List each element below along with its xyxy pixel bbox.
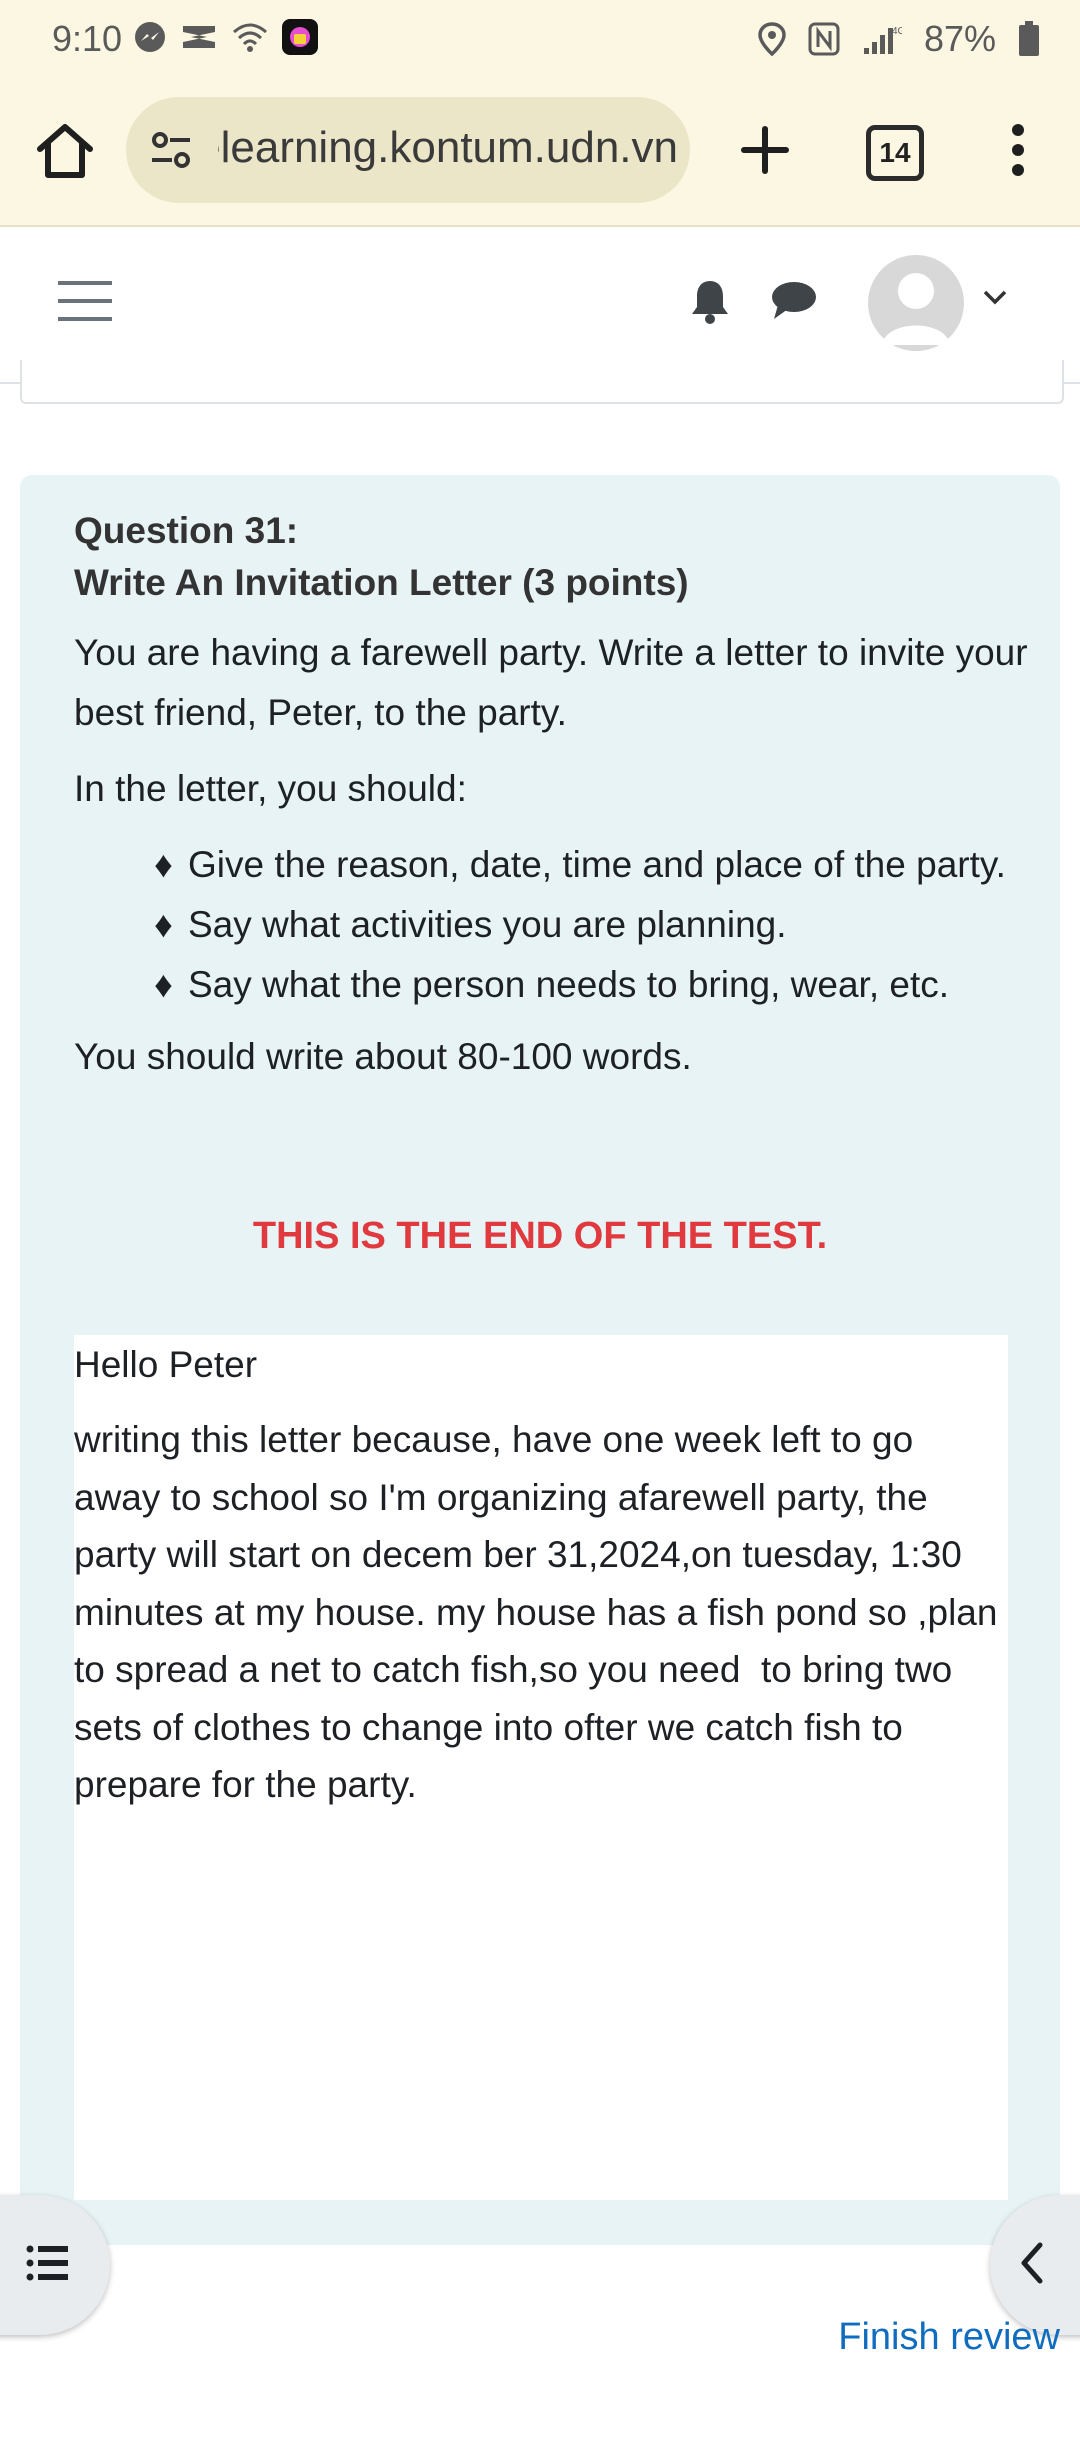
capcut-icon — [179, 20, 219, 54]
tab-switcher-button[interactable]: 14 — [866, 125, 924, 181]
nav-drawer-button[interactable] — [58, 279, 112, 323]
question-heading: Question 31: Write An Invitation Letter … — [74, 505, 689, 609]
hamburger-icon — [58, 279, 112, 323]
new-tab-button[interactable] — [730, 115, 800, 185]
end-of-test-note: THIS IS THE END OF THE TEST. — [252, 1215, 828, 1257]
signal-icon: 4G — [862, 22, 902, 56]
browser-chrome: 9:10 4G 87% elearning.kontum.udn.vn 14 — [0, 0, 1080, 227]
answer-greeting: Hello Peter — [74, 1344, 258, 1385]
url-bar[interactable]: elearning.kontum.udn.vn — [126, 97, 690, 203]
answer-text-area[interactable]: Hello Peter writing this letter because,… — [74, 1335, 1008, 2200]
user-avatar[interactable] — [868, 255, 964, 351]
question-card: Question 31: Write An Invitation Letter … — [20, 475, 1060, 2245]
diamond-bullet-icon: ♦ — [154, 904, 173, 945]
answer-body: writing this letter because, have one we… — [74, 1419, 1008, 1805]
chevron-left-icon — [1018, 2241, 1048, 2285]
svg-text:4G: 4G — [892, 26, 902, 37]
question-intro: You are having a farewell party. Write a… — [74, 632, 1028, 733]
diamond-bullet-icon: ♦ — [154, 844, 173, 885]
diamond-bullet-icon: ♦ — [154, 964, 173, 1005]
list-item: ♦ Give the reason, date, time and place o… — [154, 835, 1034, 895]
browser-toolbar: elearning.kontum.udn.vn 14 — [0, 95, 1080, 205]
notifications-icon[interactable] — [688, 277, 732, 325]
question-number: Question 31: — [74, 510, 299, 551]
url-text[interactable]: elearning.kontum.udn.vn — [218, 123, 678, 173]
home-icon — [30, 115, 100, 185]
messages-icon[interactable] — [770, 279, 818, 323]
status-bar: 9:10 4G 87% — [0, 0, 1080, 78]
question-title: Write An Invitation Letter (3 points) — [74, 562, 689, 603]
chevron-down-icon[interactable] — [982, 289, 1008, 307]
status-time: 9:10 — [52, 18, 123, 59]
nfc-icon — [808, 22, 840, 56]
finish-review-link[interactable]: Finish review — [838, 2316, 1060, 2359]
messenger-icon — [133, 20, 167, 54]
question-instruction: In the letter, you should: — [74, 768, 467, 809]
list-item: ♦ Say what the person needs to bring, wea… — [154, 955, 1034, 1015]
battery-percent: 87% — [923, 18, 996, 59]
plus-icon — [730, 115, 800, 185]
word-count-note: You should write about 80-100 words. — [74, 1036, 692, 1077]
previous-card-edge — [20, 360, 1064, 404]
site-settings-icon[interactable] — [148, 127, 194, 173]
wifi-icon — [231, 20, 269, 54]
battery-icon — [1018, 21, 1040, 57]
list-item: ♦ Say what activities you are planning. — [154, 895, 1034, 955]
list-icon — [26, 2243, 70, 2283]
location-icon — [758, 22, 786, 56]
requirements-list: ♦ Give the reason, date, time and place o… — [74, 835, 1034, 1015]
home-button[interactable] — [30, 115, 100, 185]
more-vert-icon — [1000, 115, 1036, 185]
app-icon — [281, 18, 319, 56]
browser-menu-button[interactable] — [1000, 115, 1036, 185]
question-text: You are having a farewell party. Write a… — [74, 623, 1034, 1103]
